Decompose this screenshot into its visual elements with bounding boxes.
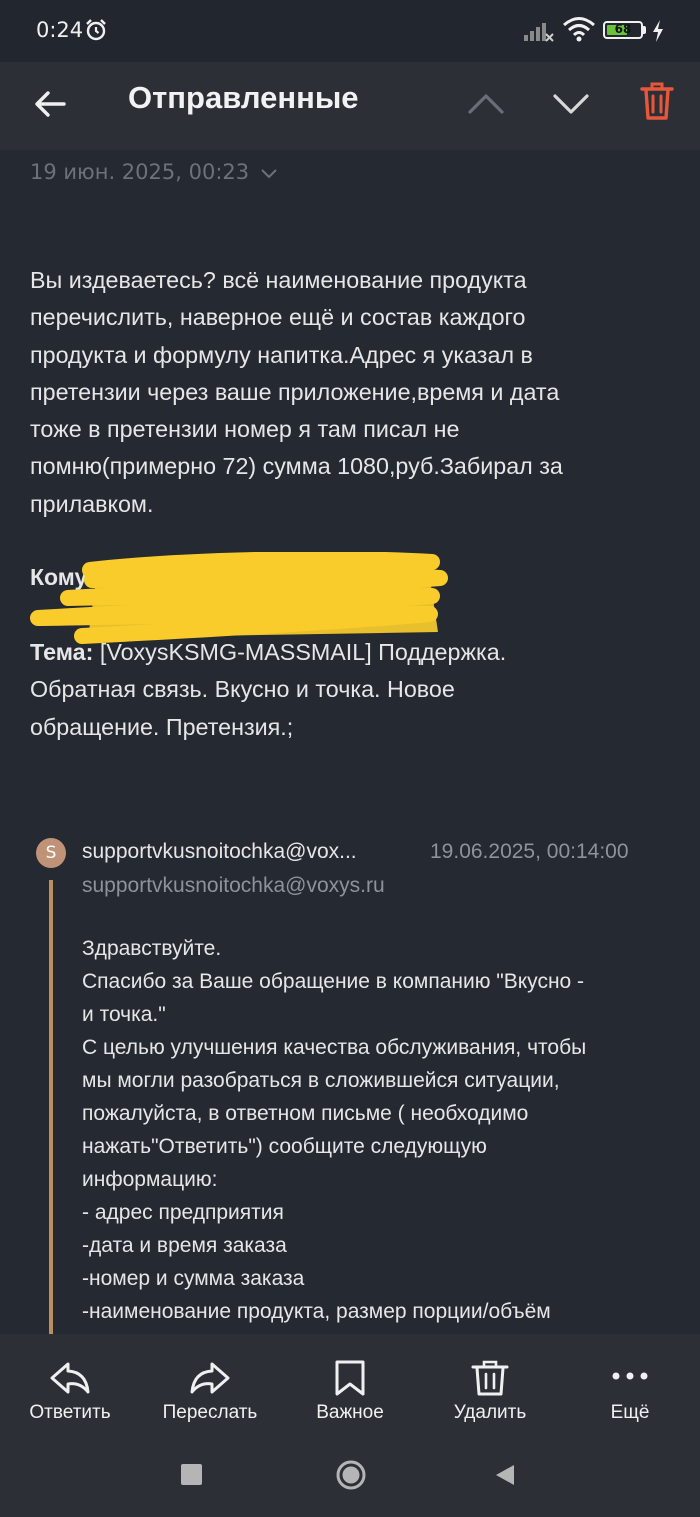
more-button[interactable]: Ещё (560, 1334, 700, 1434)
bookmark-icon (335, 1360, 365, 1396)
system-nav-bar (0, 1434, 700, 1517)
more-icon (612, 1372, 648, 1380)
message-date[interactable]: 19 июн. 2025, 00:23 (30, 160, 278, 184)
subject-line: [VoxysKSMG-MASSMAIL] Поддержка. (93, 639, 507, 665)
subject-line: Обратная связь. Вкусно и точка. Новое (30, 676, 455, 703)
message-content[interactable]: 19 июн. 2025, 00:23 Вы издеваетесь? всё … (0, 150, 700, 1334)
wifi-icon (563, 17, 595, 42)
trash-icon (471, 1360, 509, 1396)
quoted-line: Здравствуйте. (82, 937, 222, 960)
quoted-sender-date: 19.06.2025, 00:14:00 (430, 840, 629, 863)
quoted-line: -дата и время заказа (82, 1234, 287, 1257)
alarm-icon (86, 19, 106, 41)
body-line: помню(примерно 72) сумма 1080,руб.Забира… (30, 453, 563, 480)
page-title: Отправленные (128, 80, 359, 115)
recents-button[interactable] (181, 1464, 202, 1485)
quoted-sender-email: supportvkusnoitochka@voxys.ru (82, 874, 385, 897)
quoted-line: -наименование продукта, размер порции/об… (82, 1300, 551, 1323)
app-bar: Отправленные (0, 62, 700, 150)
back-triangle-button[interactable] (494, 1463, 516, 1487)
delete-label: Удалить (453, 1402, 527, 1423)
message-subject: Тема: [VoxysKSMG-MASSMAIL] Поддержка. Об… (30, 634, 680, 746)
quoted-line: - адрес предприятия (82, 1201, 284, 1224)
body-line: Вы издеваетесь? всё наименование продукт… (30, 267, 527, 293)
battery-icon: 68 (603, 21, 643, 39)
body-line: прилавком. (30, 490, 154, 517)
more-label: Ещё (610, 1402, 650, 1423)
message-date-text: 19 июн. 2025, 00:23 (30, 160, 250, 184)
home-button[interactable] (335, 1459, 367, 1491)
reply-button[interactable]: Ответить (0, 1334, 140, 1434)
important-label: Важное (316, 1402, 384, 1423)
battery-level: 68 (614, 22, 632, 36)
quoted-line: и точка." (82, 1003, 166, 1026)
trash-icon[interactable] (639, 80, 675, 122)
quoted-body: Здравствуйте. Спасибо за Ваше обращение … (82, 932, 672, 1328)
forward-icon (190, 1362, 230, 1394)
forward-label: Переслать (162, 1402, 258, 1423)
quoted-line: Спасибо за Ваше обращение в компанию "Вк… (82, 970, 585, 993)
subject-line: обращение. Претензия.; (30, 713, 294, 740)
status-bar: 0:24 68 (0, 0, 700, 62)
battery-cap (643, 26, 646, 34)
reply-icon (50, 1362, 90, 1394)
body-line: перечислить, наверное ещё и состав каждо… (30, 304, 526, 331)
reply-label: Ответить (29, 1402, 111, 1423)
signal-icon (524, 23, 554, 42)
quoted-line: нажать"Ответить") сообщите следующую (82, 1135, 487, 1158)
quoted-line: С целью улучшения качества обслуживания,… (82, 1036, 587, 1059)
important-button[interactable]: Важное (280, 1334, 420, 1434)
quote-divider (49, 880, 53, 1334)
quoted-line: пожалуйста, в ответном письме ( необходи… (82, 1102, 529, 1125)
redaction-scribble (30, 552, 448, 644)
quoted-line: -номер и сумма заказа (82, 1267, 305, 1290)
quoted-sender-name: supportvkusnoitochka@vox... (82, 840, 357, 863)
chevron-down-icon[interactable] (551, 84, 591, 124)
body-line: тоже в претензии номер я там писал не (30, 416, 460, 443)
subject-label: Тема: (30, 639, 94, 665)
chevron-up-icon[interactable] (466, 84, 506, 124)
quoted-line: информацию: (82, 1168, 218, 1191)
forward-button[interactable]: Переслать (140, 1334, 280, 1434)
quoted-line: мы могли разобраться в сложившейся ситуа… (82, 1069, 560, 1092)
message-body: Вы издеваетесь? всё наименование продукт… (30, 262, 680, 523)
status-time: 0:24 (36, 18, 84, 42)
chevron-down-icon (261, 169, 277, 179)
action-bar: Ответить Переслать Важное Удалить Ещё (0, 1334, 700, 1434)
avatar: S (36, 838, 66, 868)
charging-icon (653, 20, 663, 42)
back-arrow-icon[interactable] (30, 84, 70, 124)
body-line: претензии через ваше приложение,время и … (30, 378, 560, 405)
body-line: продукта и формулу напитка.Адрес я указа… (30, 341, 533, 368)
delete-button[interactable]: Удалить (420, 1334, 560, 1434)
